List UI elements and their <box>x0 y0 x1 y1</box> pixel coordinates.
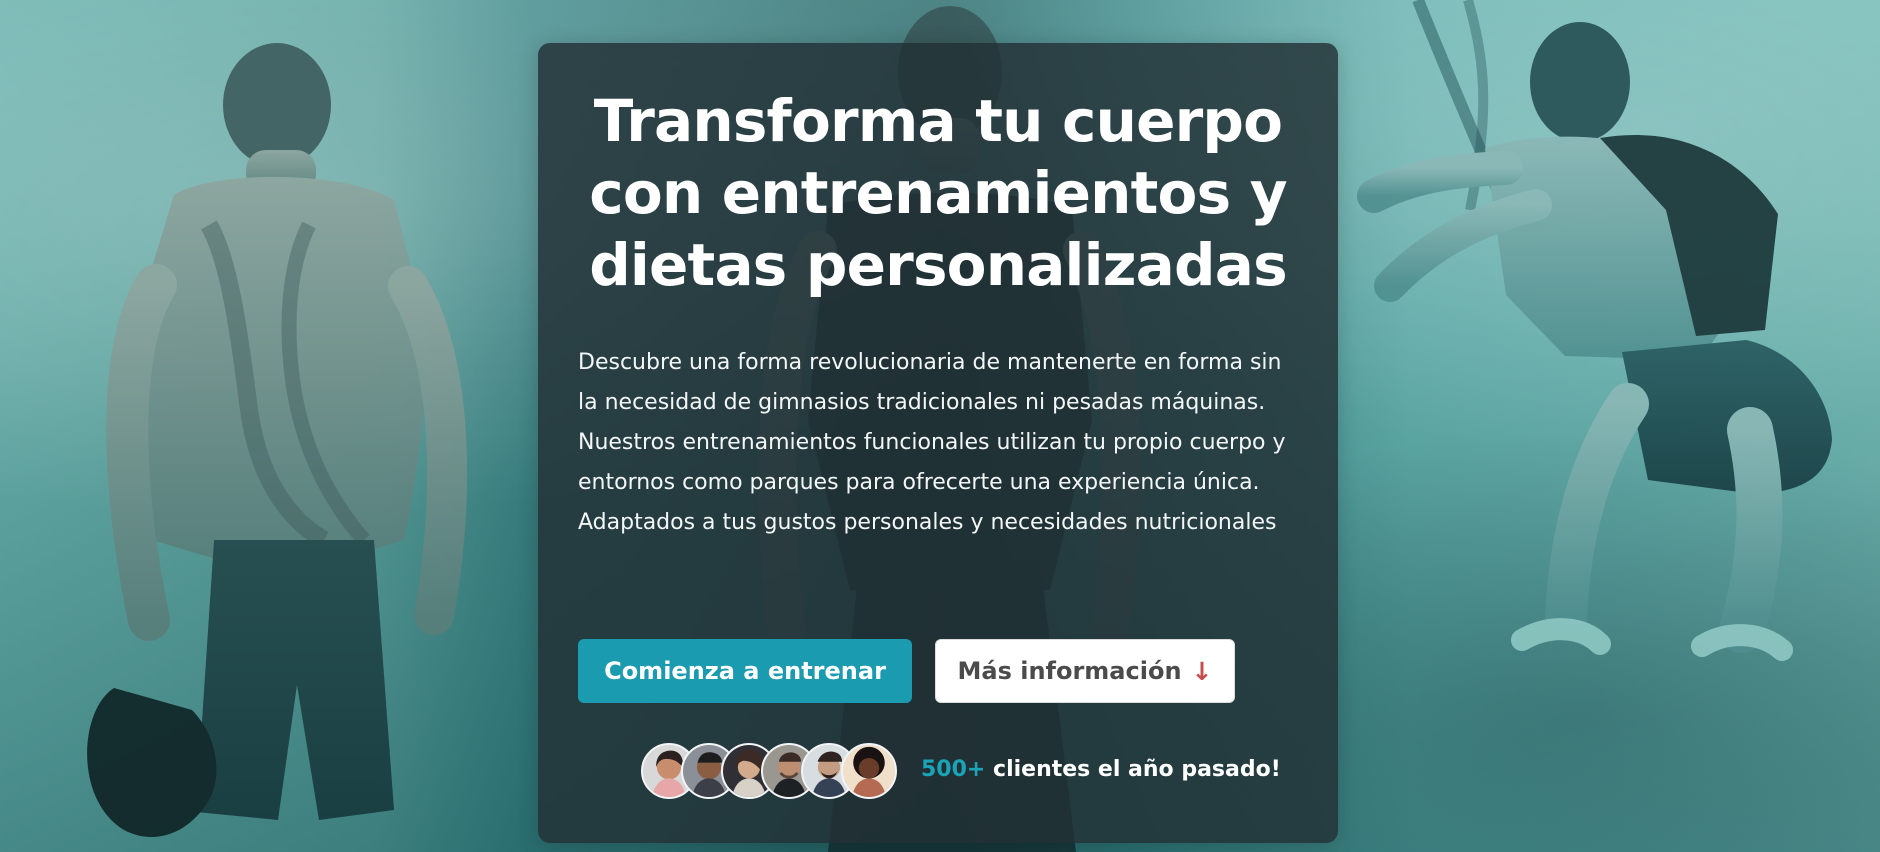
client-avatars <box>641 743 904 803</box>
start-training-button[interactable]: Comienza a entrenar <box>578 639 912 703</box>
clients-caption: clientes el año pasado! <box>993 757 1281 782</box>
hero-description: Descubre una forma revolucionaria de man… <box>578 350 1286 535</box>
arrow-down-icon: ↓ <box>1191 656 1213 686</box>
hero-card: Transforma tu cuerpo con entrenamientos … <box>538 43 1338 843</box>
more-info-button-label: Más información <box>957 657 1182 685</box>
background-man-back-figure <box>87 43 468 838</box>
more-info-button[interactable]: Más información ↓ <box>935 639 1235 703</box>
clients-count: 500+ <box>921 757 986 782</box>
background-man-jumping-figure <box>1357 0 1832 661</box>
hero-title: Transforma tu cuerpo con entrenamientos … <box>589 87 1287 299</box>
clients-summary: 500+ clientes el año pasado! <box>921 757 1281 782</box>
start-training-button-label: Comienza a entrenar <box>604 657 886 685</box>
client-avatar <box>841 743 897 799</box>
